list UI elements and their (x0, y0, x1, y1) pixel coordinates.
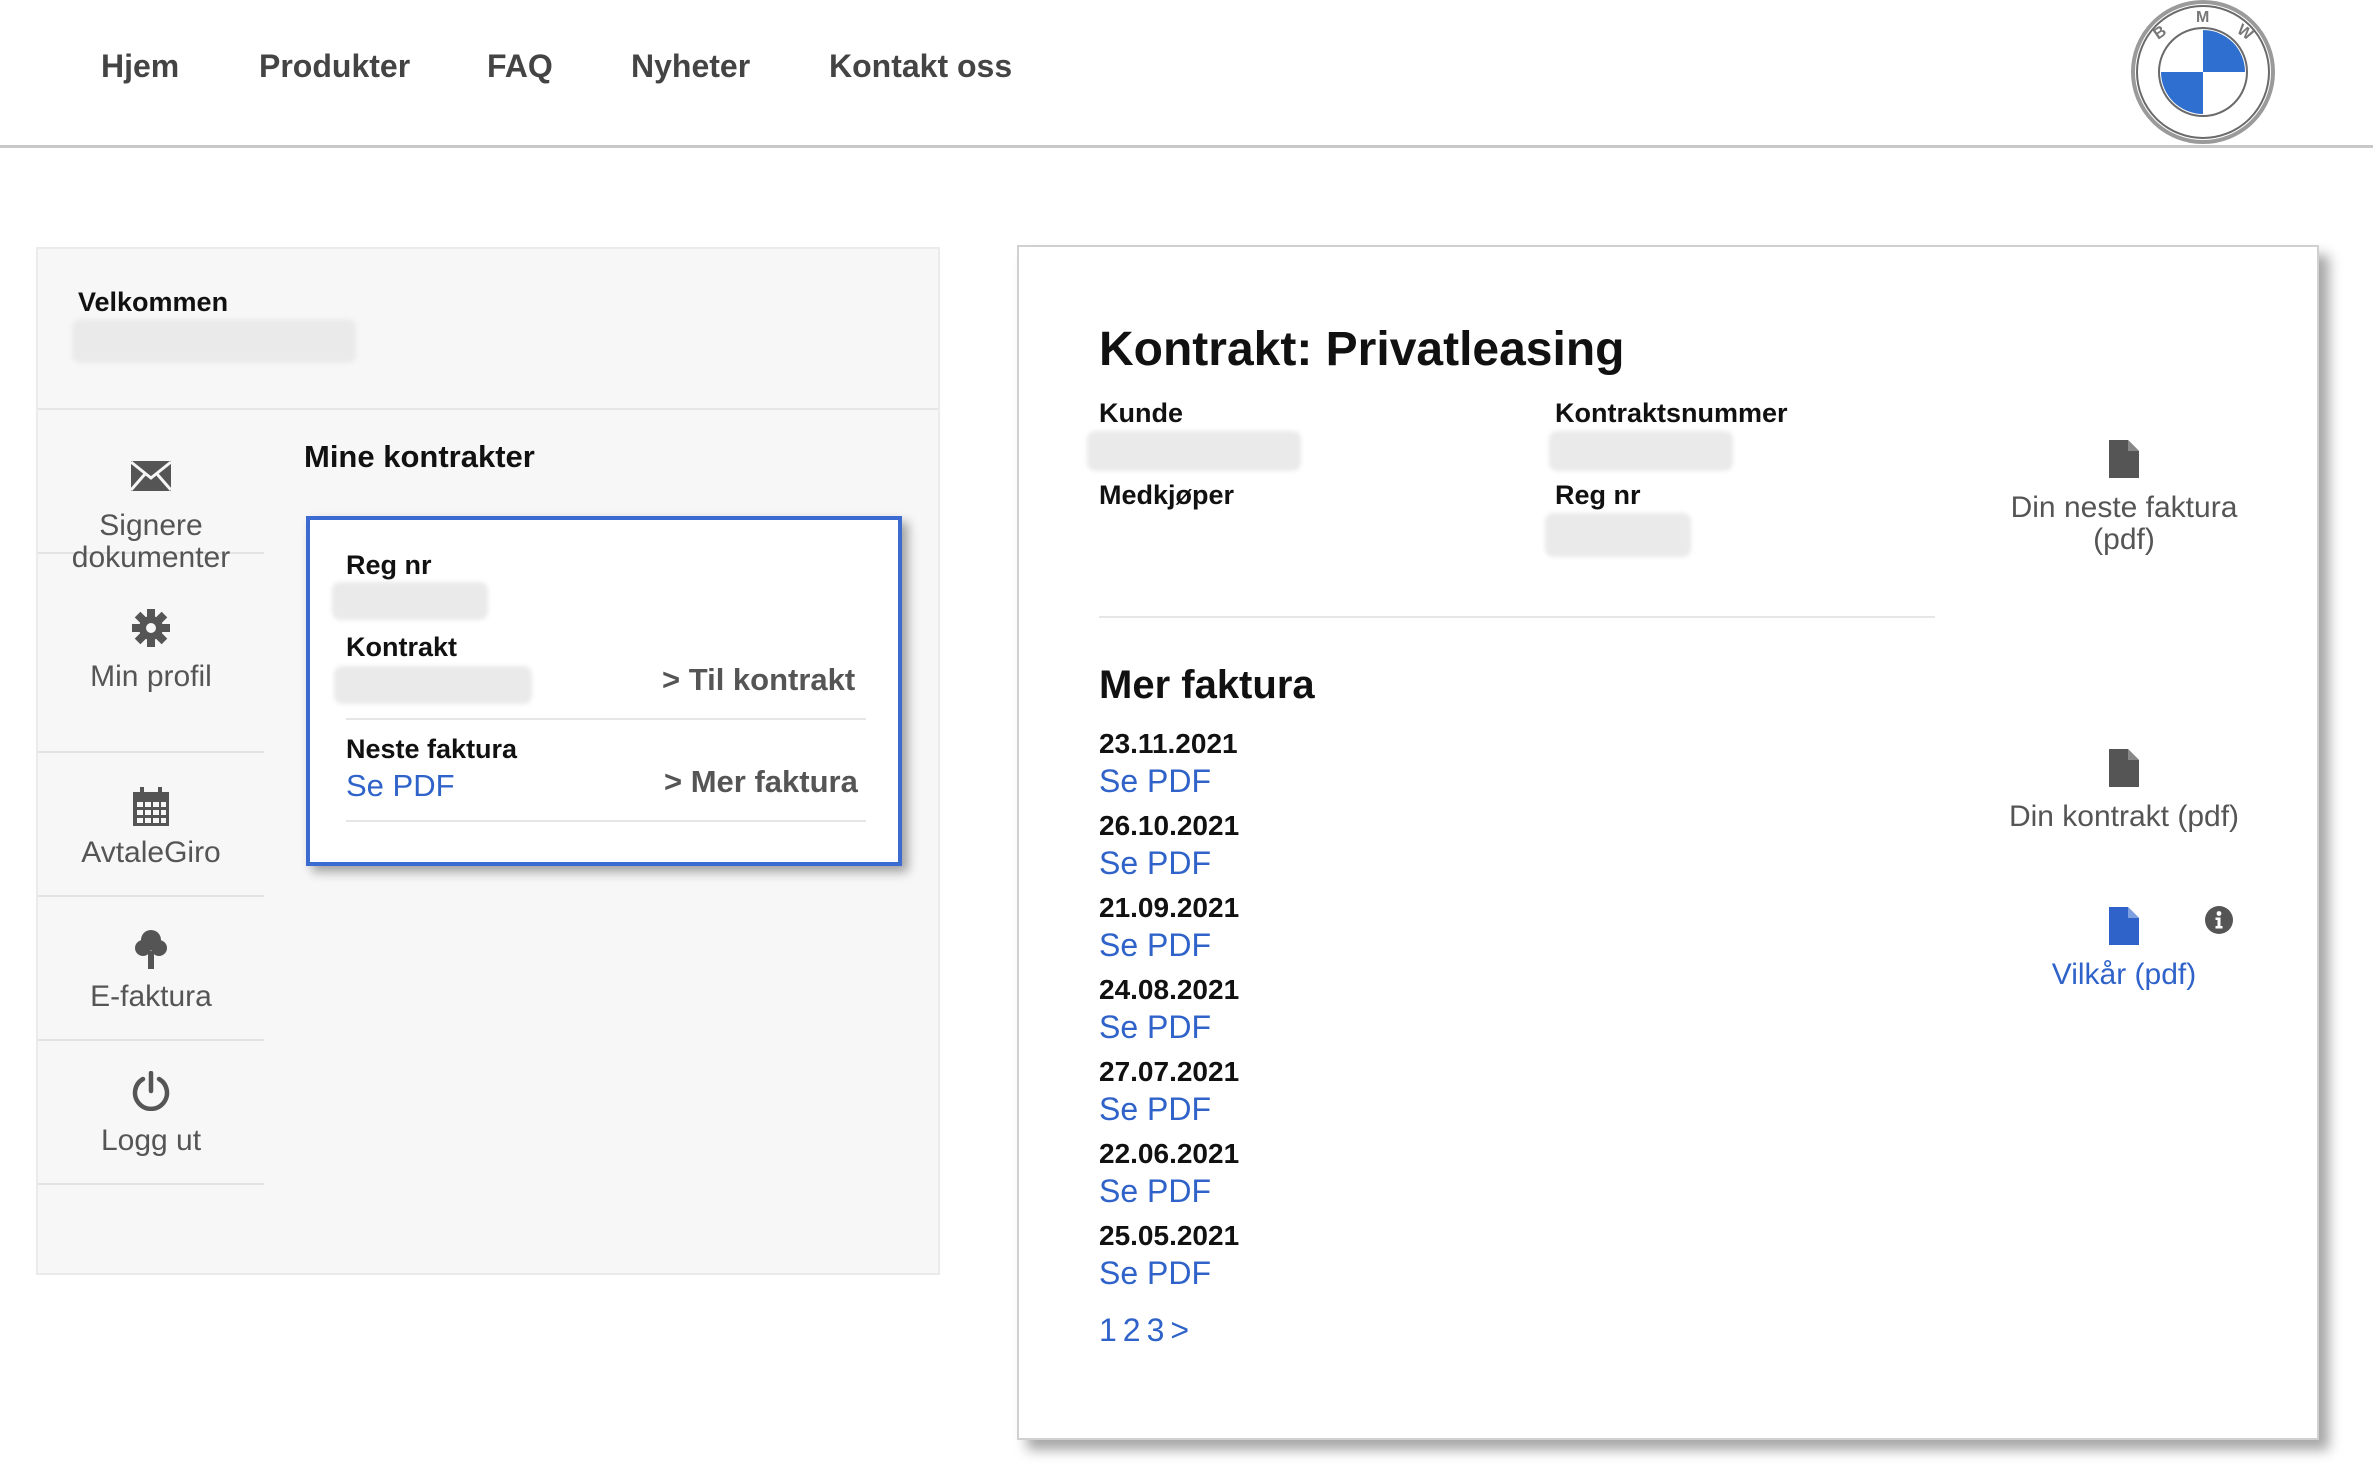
contract-pdf-link[interactable]: Din kontrakt (pdf) (1994, 749, 2254, 833)
nav-kontakt-oss[interactable]: Kontakt oss (829, 48, 1012, 85)
invoice-see-pdf-link[interactable]: Se PDF (1099, 763, 1211, 800)
menu-label-e-faktura: E-faktura (90, 980, 212, 1013)
card-divider-bottom (346, 820, 866, 822)
page-2-link[interactable]: 2 (1123, 1312, 1141, 1348)
to-contract-link[interactable]: > Til kontrakt (662, 662, 855, 698)
gear-icon (38, 609, 264, 647)
contract-pdf-label: Din kontrakt (pdf) (2008, 800, 2240, 833)
nav-hjem[interactable]: Hjem (101, 48, 179, 85)
redacted-customer (1087, 431, 1301, 471)
card-reg-label: Reg nr (346, 550, 432, 580)
invoice-see-pdf-link[interactable]: Se PDF (1099, 1091, 1211, 1128)
menu-label-min-profil: Min profil (90, 660, 212, 693)
next-invoice-pdf-link[interactable]: Din neste faktura (pdf) (1994, 440, 2254, 556)
invoice-see-pdf-link[interactable]: Se PDF (1099, 1009, 1211, 1046)
next-invoice-pdf-label: Din neste faktura (pdf) (2010, 491, 2238, 556)
redacted-user-name (72, 319, 356, 363)
redacted-contract-number (334, 666, 532, 704)
menu-e-faktura[interactable]: E-faktura (38, 897, 264, 1041)
my-contracts-title: Mine kontrakter (304, 439, 535, 474)
more-invoices-heading: Mer faktura (1099, 663, 1315, 707)
redacted-contract-number-detail (1549, 431, 1733, 471)
tree-icon (38, 929, 264, 969)
contract-number-label: Kontraktsnummer (1555, 398, 1788, 428)
menu-avtalegiro[interactable]: AvtaleGiro (38, 753, 264, 897)
contract-detail-panel: Kontrakt: Privatleasing Kunde Kontraktsn… (1017, 245, 2319, 1440)
more-invoices-link[interactable]: > Mer faktura (664, 764, 858, 800)
calendar-icon (38, 787, 264, 827)
bmw-logo-icon[interactable]: B M W (2128, 0, 2278, 146)
invoice-see-pdf-link[interactable]: Se PDF (1099, 845, 1211, 882)
nav-nyheter[interactable]: Nyheter (631, 48, 750, 85)
menu-label-avtalegiro: AvtaleGiro (81, 836, 221, 869)
page-1-link[interactable]: 1 (1099, 1312, 1117, 1348)
invoice-see-pdf-link[interactable]: Se PDF (1099, 927, 1211, 964)
contract-card[interactable]: Reg nr Kontrakt > Til kontrakt Neste fak… (306, 516, 902, 866)
invoice-date: 24.08.2021 (1099, 974, 1240, 1005)
page-3-link[interactable]: 3 (1147, 1312, 1165, 1348)
menu-label-signere: Signere dokumenter (71, 509, 231, 574)
account-sidebar-panel: Velkommen Signere dokumenter Min profil … (36, 247, 940, 1275)
customer-label: Kunde (1099, 398, 1183, 428)
redacted-reg-number-detail (1545, 513, 1691, 557)
contract-heading: Kontrakt: Privatleasing (1099, 323, 1625, 376)
welcome-title: Velkommen (78, 287, 229, 317)
file-icon (1994, 749, 2254, 787)
envelope-icon (38, 460, 264, 492)
menu-logg-ut[interactable]: Logg ut (38, 1041, 264, 1185)
invoice-date: 26.10.2021 (1099, 810, 1240, 841)
card-divider (346, 718, 866, 720)
menu-signere-dokumenter[interactable]: Signere dokumenter (38, 410, 264, 574)
nav-faq[interactable]: FAQ (487, 48, 553, 85)
nav-produkter[interactable]: Produkter (259, 48, 410, 85)
invoice-see-pdf-link[interactable]: Se PDF (1099, 1255, 1211, 1292)
card-see-pdf-link[interactable]: Se PDF (346, 768, 455, 804)
info-icon[interactable] (2204, 905, 2234, 940)
invoice-date: 27.07.2021 (1099, 1056, 1240, 1087)
card-next-invoice-label: Neste faktura (346, 734, 518, 764)
invoice-date: 23.11.2021 (1099, 728, 1238, 759)
menu-min-profil[interactable]: Min profil (38, 609, 264, 753)
card-contract-label: Kontrakt (346, 632, 458, 662)
file-icon (1994, 440, 2254, 478)
invoice-date: 25.05.2021 (1099, 1220, 1240, 1251)
svg-text:M: M (2196, 9, 2209, 26)
next-page-link[interactable]: > (1170, 1312, 1189, 1348)
redacted-reg-number (332, 582, 488, 620)
co-buyer-label: Medkjøper (1099, 480, 1235, 510)
invoice-date: 21.09.2021 (1099, 892, 1240, 923)
menu-label-logg-ut: Logg ut (100, 1124, 202, 1157)
terms-pdf-label: Vilkår (pdf) (2051, 958, 2197, 991)
reg-number-label: Reg nr (1555, 480, 1641, 510)
top-navigation: Hjem Produkter FAQ Nyheter Kontakt oss B… (0, 0, 2373, 148)
pagination: 1 2 3 > (1099, 1312, 1195, 1349)
invoice-date: 22.06.2021 (1099, 1138, 1240, 1169)
power-icon (38, 1071, 264, 1111)
invoice-see-pdf-link[interactable]: Se PDF (1099, 1173, 1211, 1210)
info-divider (1099, 616, 1935, 618)
